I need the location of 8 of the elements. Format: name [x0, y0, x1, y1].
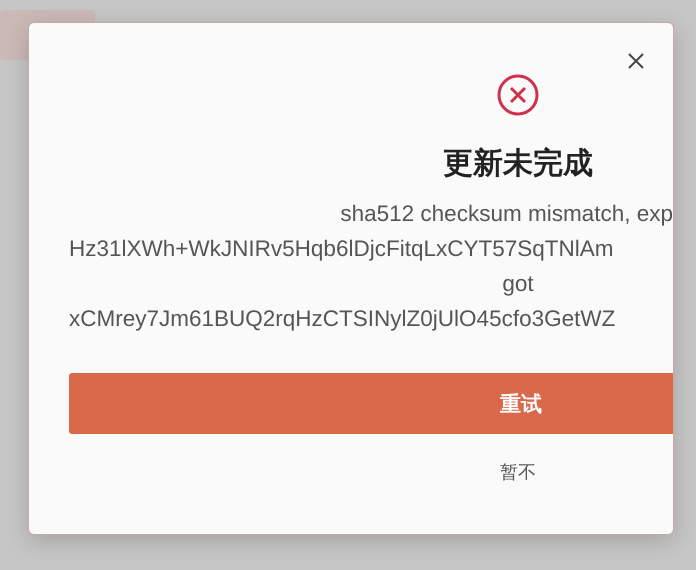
close-icon[interactable] [627, 52, 645, 70]
error-icon [497, 74, 539, 116]
message-line: xCMrey7Jm61BUQ2rqHzCTSINylZ0jUlO45cfo3GetWZ [69, 305, 616, 333]
dialog-title: 更新未完成 [443, 145, 593, 183]
not-now-link[interactable]: 暂不 [500, 456, 536, 488]
message-line: Hz31lXWh+WkJNIRv5Hqb6lDjcFitqLxCYT57SqTNlAm [69, 235, 614, 263]
message-line: got [502, 270, 534, 298]
message-line: sha512 checksum mismatch, exp [340, 200, 673, 228]
